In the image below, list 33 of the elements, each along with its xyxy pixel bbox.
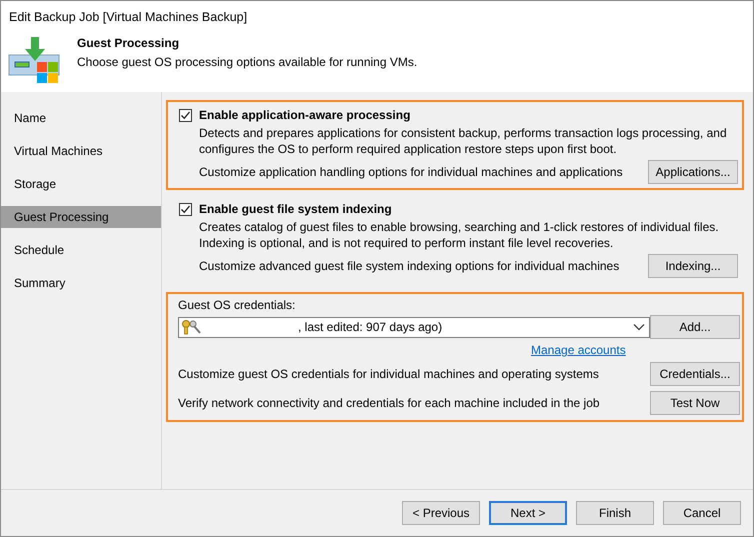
- checkbox[interactable]: [179, 202, 192, 216]
- option-text: Customize guest OS credentials for individual machines and operating systems: [178, 367, 599, 381]
- checkbox[interactable]: [179, 108, 192, 122]
- credentials-label: Guest OS credentials:: [178, 298, 296, 312]
- sidebar-item[interactable]: Virtual Machines: [1, 140, 161, 162]
- options-button[interactable]: Credentials...: [650, 362, 740, 386]
- sidebar-item[interactable]: Guest Processing: [1, 206, 161, 228]
- wizard-button[interactable]: Cancel: [663, 501, 741, 525]
- options-button[interactable]: Applications...: [648, 160, 738, 184]
- checkbox-label: Enable application-aware processing: [199, 108, 410, 122]
- option-description: Detects and prepares applications for consistent backup, performs transaction logs processing, and configures the OS to perform required application restore steps upon first boot.: [199, 125, 728, 157]
- sidebar-item[interactable]: Summary: [1, 272, 161, 294]
- option-description: Creates catalog of guest files to enable browsing, searching and 1-click restores of individual files. Indexing is optional, and is not required to perform instant file level recoveries.: [199, 219, 720, 251]
- window-title: Edit Backup Job [Virtual Machines Backup]: [9, 10, 248, 24]
- page-subtitle: Choose guest OS processing options available for running VMs.: [77, 55, 418, 69]
- credentials-dropdown[interactable]: , last edited: 907 days ago): [178, 316, 650, 338]
- option-text: Verify network connectivity and credentials for each machine included in the job: [178, 396, 600, 410]
- option-text: Customize advanced guest file system indexing options for individual machines: [199, 259, 620, 273]
- sidebar-item[interactable]: Name: [1, 107, 161, 129]
- wizard-button[interactable]: Next >: [489, 501, 567, 525]
- key-icon: [181, 319, 203, 335]
- wizard-button[interactable]: Finish: [576, 501, 654, 525]
- manage-accounts-link[interactable]: Manage accounts: [531, 343, 626, 357]
- option-text: Customize application handling options for individual machines and applications: [199, 165, 623, 179]
- wizard-button[interactable]: < Previous: [402, 501, 480, 525]
- options-button[interactable]: Test Now: [650, 391, 740, 415]
- sidebar-item[interactable]: Storage: [1, 173, 161, 195]
- chevron-down-icon: [633, 323, 645, 331]
- add-button[interactable]: Add...: [650, 315, 740, 339]
- options-button[interactable]: Indexing...: [648, 254, 738, 278]
- sidebar-item[interactable]: Schedule: [1, 239, 161, 261]
- checkbox-label: Enable guest file system indexing: [199, 202, 392, 216]
- page-title: Guest Processing: [77, 36, 180, 50]
